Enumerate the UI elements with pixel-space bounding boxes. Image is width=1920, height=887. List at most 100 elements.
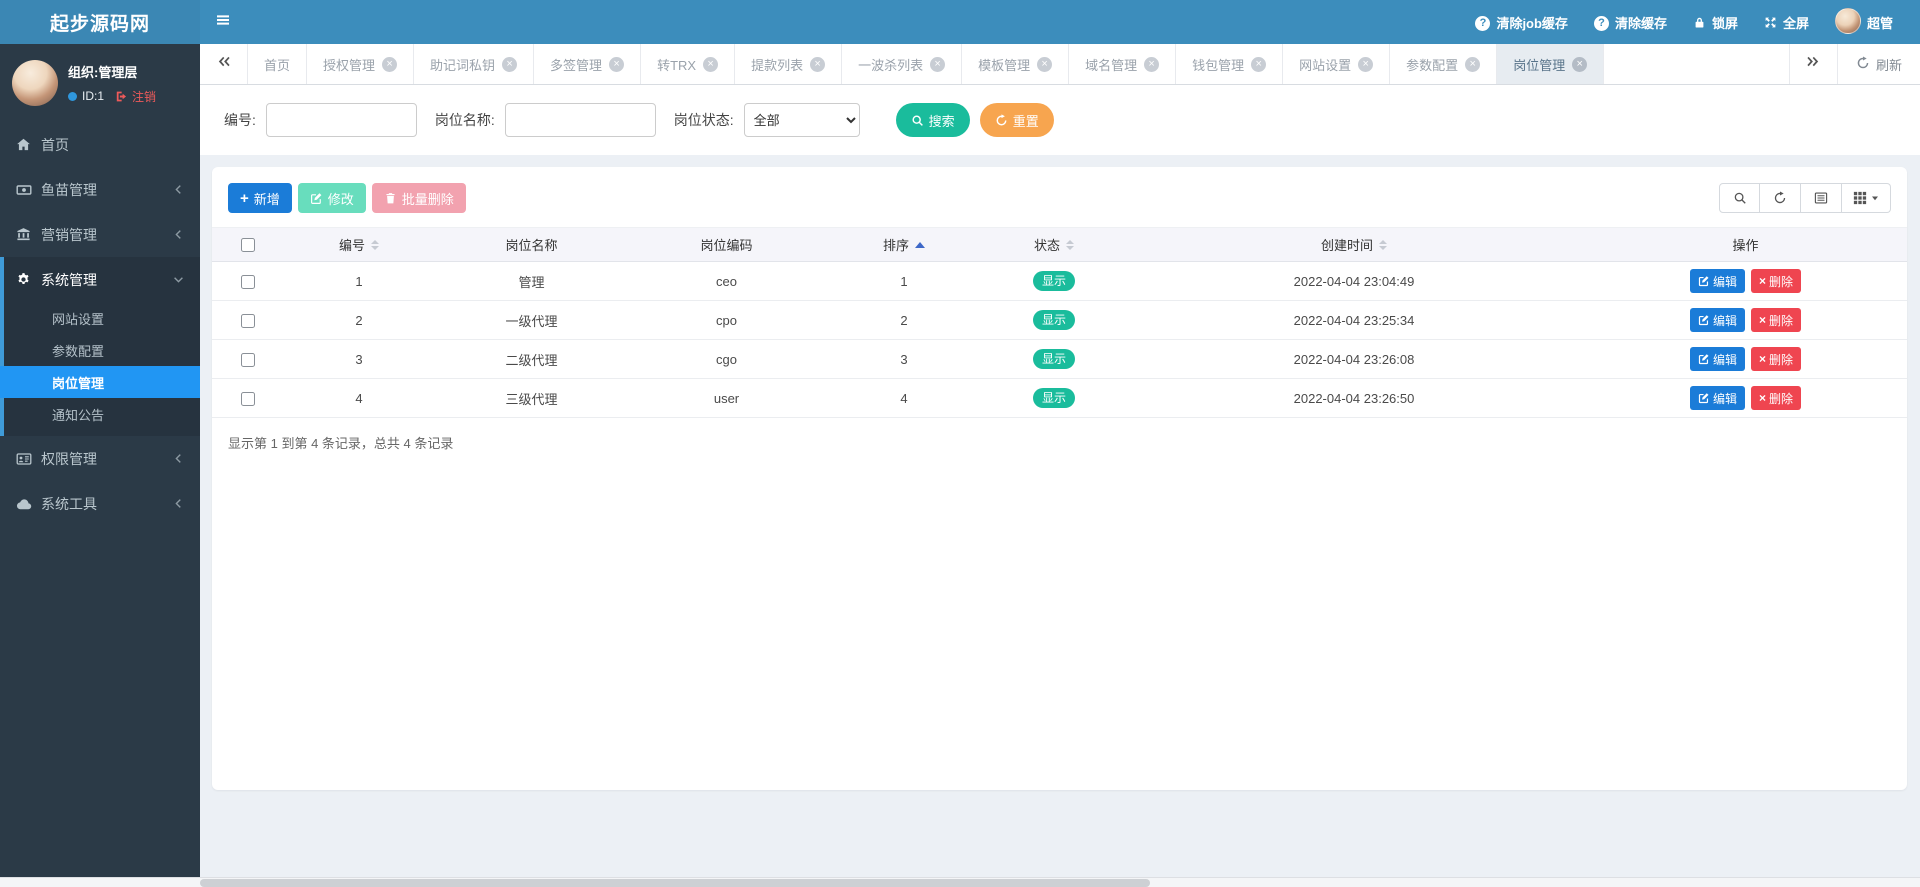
id-filter-input[interactable] [265, 103, 417, 137]
sidebar-toggle-button[interactable] [200, 0, 246, 44]
tab-12[interactable]: 岗位管理 × [1497, 44, 1605, 84]
row-delete-button[interactable]: × 删除 [1750, 386, 1802, 410]
row-checkbox[interactable] [241, 391, 255, 406]
refresh-tab-button[interactable]: 刷新 [1836, 44, 1920, 84]
select-all-checkbox[interactable] [241, 238, 255, 253]
search-button[interactable]: 搜索 [895, 103, 970, 137]
row-edit-button[interactable]: 编辑 [1689, 269, 1745, 293]
tab-9[interactable]: 钱包管理 × [1176, 44, 1284, 84]
sidebar-item-auth[interactable]: 权限管理 [0, 436, 200, 481]
navbar-action-lock-screen[interactable]: 锁屏 [1680, 0, 1751, 44]
row-delete-button[interactable]: × 删除 [1750, 269, 1802, 293]
tab-close-icon[interactable]: × [1251, 56, 1267, 72]
tab-close-icon[interactable]: × [609, 56, 625, 72]
column-header[interactable]: 创建时间 [1124, 227, 1584, 262]
tab-1[interactable]: 授权管理 × [307, 44, 415, 84]
sidebar-subitem-notice[interactable]: 通知公告 [4, 398, 200, 430]
tabs-scroll-left-button[interactable] [200, 44, 248, 84]
horizontal-scrollbar[interactable] [0, 877, 1920, 887]
sidebar-item-home[interactable]: 首页 [0, 122, 200, 167]
tab-10[interactable]: 网站设置 × [1283, 44, 1391, 84]
navbar-action-clear-job-cache[interactable]: ? 清除job缓存 [1462, 0, 1581, 44]
columns-dropdown-button[interactable] [1842, 183, 1891, 213]
tab-close-icon[interactable]: × [1144, 56, 1160, 72]
sidebar-item-fry[interactable]: 鱼苗管理 [0, 167, 200, 212]
sidebar-subitem-site-settings[interactable]: 网站设置 [4, 302, 200, 334]
tab-5[interactable]: 提款列表 × [735, 44, 843, 84]
tab-close-icon[interactable]: × [810, 56, 826, 72]
sidebar-item-label: 鱼苗管理 [41, 181, 97, 198]
row-checkbox[interactable] [241, 274, 255, 289]
tab-close-icon[interactable]: × [930, 56, 946, 72]
add-button[interactable]: + 新增 [228, 183, 292, 213]
row-checkbox[interactable] [241, 313, 255, 328]
cell-post-code: cgo [629, 339, 824, 379]
tab-2[interactable]: 助记词私钥 × [414, 44, 535, 84]
status-badge[interactable]: 显示 [1032, 270, 1075, 292]
logout-link[interactable]: 注销 [115, 88, 156, 105]
column-header[interactable]: 状态 [984, 227, 1124, 262]
post-status-filter-label: 岗位状态: [673, 112, 734, 128]
post-status-select[interactable]: 全部 [743, 103, 860, 137]
tab-8[interactable]: 域名管理 × [1069, 44, 1177, 84]
cell-post-name: 一级代理 [434, 300, 629, 340]
status-dot-icon [68, 91, 77, 101]
status-badge[interactable]: 显示 [1032, 348, 1075, 370]
sidebar-user-panel: 组织:管理层 ID:1 注销 [0, 44, 200, 120]
tab-close-icon[interactable]: × [1465, 56, 1481, 72]
brand-logo[interactable]: 起步源码网 [0, 0, 200, 44]
batch-delete-button[interactable]: 批量删除 [371, 183, 466, 213]
tab-close-icon[interactable]: × [703, 56, 719, 72]
edit-button[interactable]: 修改 [297, 183, 366, 213]
column-header[interactable]: 排序 [824, 227, 984, 262]
sidebar-item-market[interactable]: 营销管理 [0, 212, 200, 257]
row-edit-button[interactable]: 编辑 [1689, 386, 1745, 410]
navbar-action-user-menu[interactable]: 超管 [1822, 0, 1906, 44]
sidebar-subitem-post-manage[interactable]: 岗位管理 [0, 366, 200, 398]
cell-sort: 1 [824, 261, 984, 301]
column-header[interactable]: 岗位名称 [434, 227, 629, 262]
tab-11[interactable]: 参数配置 × [1390, 44, 1498, 84]
post-name-filter-input[interactable] [504, 103, 656, 137]
status-badge[interactable]: 显示 [1032, 387, 1075, 409]
toggle-search-button[interactable] [1719, 183, 1760, 213]
tab-4[interactable]: 转TRX × [641, 44, 736, 84]
column-header[interactable]: 操作 [1584, 227, 1907, 262]
tab-close-icon[interactable]: × [1572, 56, 1588, 72]
tab-7[interactable]: 模板管理 × [962, 44, 1070, 84]
sidebar-item-tools[interactable]: 系统工具 [0, 481, 200, 526]
cell-post-name: 三级代理 [434, 378, 629, 418]
reset-button[interactable]: 重置 [979, 103, 1054, 137]
trash-icon [384, 192, 397, 205]
tab-0[interactable]: 首页 [248, 44, 308, 84]
status-badge[interactable]: 显示 [1032, 309, 1075, 331]
row-delete-button[interactable]: × 删除 [1750, 347, 1802, 371]
tab-close-icon[interactable]: × [502, 56, 518, 72]
row-edit-button[interactable]: 编辑 [1689, 308, 1745, 332]
refresh-table-button[interactable] [1760, 183, 1801, 213]
sidebar-subitem-label: 参数配置 [52, 343, 105, 359]
sidebar-item-system[interactable]: 系统管理 [4, 257, 200, 302]
detail-view-button[interactable] [1801, 183, 1842, 213]
chevron-down-icon [172, 273, 185, 286]
horizontal-scrollbar-thumb[interactable] [200, 879, 1150, 887]
column-header[interactable]: 编号 [284, 227, 434, 262]
tabs-scroll-right-button[interactable] [1788, 44, 1837, 84]
row-edit-button[interactable]: 编辑 [1689, 347, 1745, 371]
tab-6[interactable]: 一波杀列表 × [842, 44, 963, 84]
row-delete-button[interactable]: × 删除 [1750, 308, 1802, 332]
tabs-list: 首页 授权管理 × 助记词私钥 × 多签管理 × 转TRX × 提款列表 × 一波杀列表 × 模板管理 × 域… [248, 44, 1789, 84]
navbar-action-clear-cache[interactable]: ? 清除缓存 [1581, 0, 1680, 44]
tab-close-icon[interactable]: × [1037, 56, 1053, 72]
user-org: 组织:管理层 [68, 64, 138, 80]
tab-close-icon[interactable]: × [382, 56, 398, 72]
row-checkbox[interactable] [241, 352, 255, 367]
sort-icon [1379, 239, 1387, 250]
navbar-action-fullscreen[interactable]: 全屏 [1751, 0, 1822, 44]
tab-3[interactable]: 多签管理 × [534, 44, 642, 84]
tab-close-icon[interactable]: × [1358, 56, 1374, 72]
column-header[interactable]: 岗位编码 [629, 227, 824, 262]
tab-label: 授权管理 [323, 57, 376, 73]
sidebar-subitem-param-config[interactable]: 参数配置 [4, 334, 200, 366]
refresh-icon [1773, 191, 1787, 205]
